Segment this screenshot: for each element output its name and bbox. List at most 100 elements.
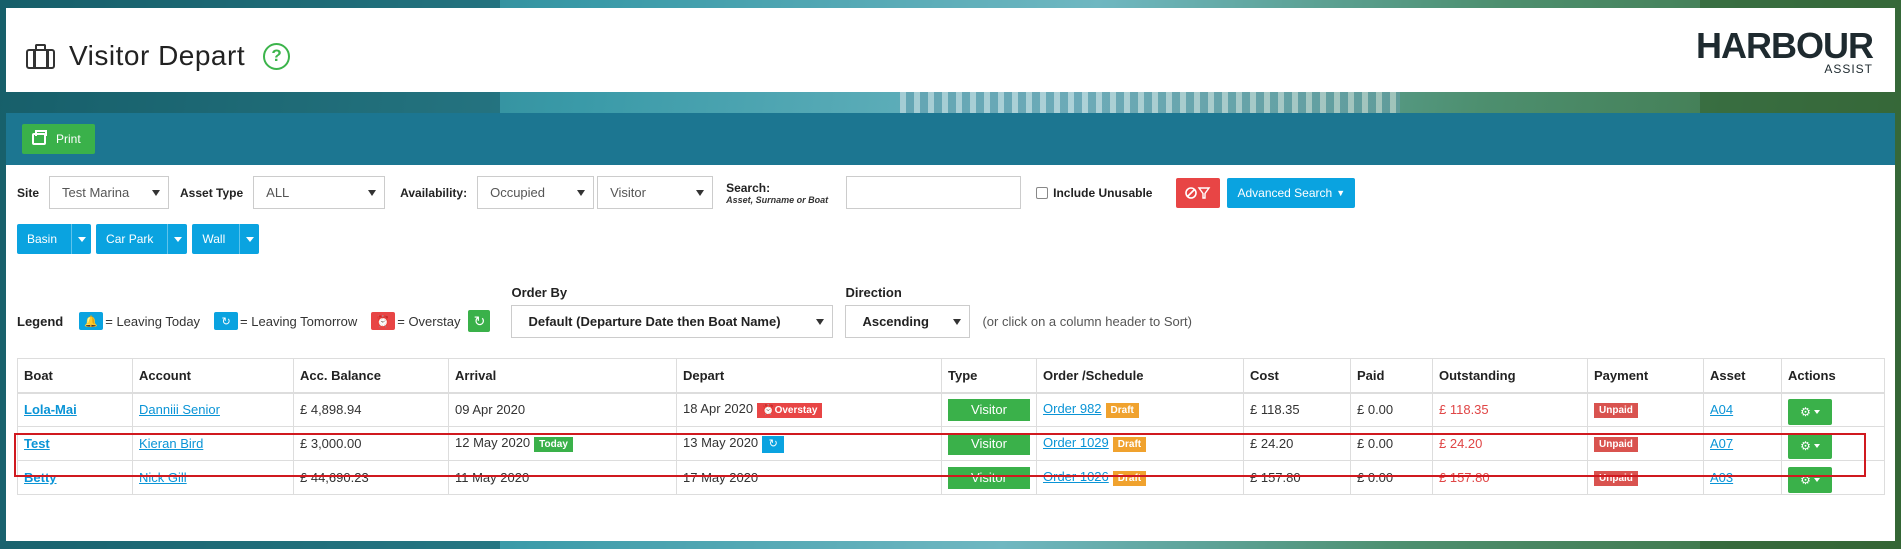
draft-badge: Draft: [1105, 403, 1139, 419]
asset-link[interactable]: A03: [1710, 470, 1733, 485]
arrival-cell: 11 May 2020: [448, 460, 677, 495]
acc-balance-cell: £ 4,898.94: [293, 392, 449, 427]
chip-label: Basin: [27, 232, 58, 246]
actions-button[interactable]: ⚙: [1788, 466, 1832, 493]
clear-filter-button[interactable]: [1176, 177, 1221, 208]
actions-button[interactable]: ⚙: [1788, 398, 1832, 425]
chevron-down-icon: [1813, 443, 1820, 448]
chevron-down-icon: [953, 319, 962, 325]
asset-link[interactable]: A07: [1710, 436, 1733, 451]
harbour-assist-logo: HARBOUR ASSIST: [1696, 28, 1874, 77]
chip-car-park[interactable]: Car Park: [96, 224, 188, 254]
gear-icon: ⚙: [1800, 404, 1811, 419]
advanced-search-button[interactable]: Advanced Search ▼: [1227, 177, 1356, 208]
column-header-type[interactable]: Type: [941, 358, 1037, 394]
column-header-outstanding[interactable]: Outstanding: [1432, 358, 1588, 394]
depart-date: 13 May 2020: [683, 434, 759, 450]
help-icon[interactable]: ?: [263, 42, 291, 70]
direction-group: Direction Ascending: [845, 285, 971, 338]
page-title: Visitor Depart: [69, 40, 246, 71]
order-by-label: Order By: [511, 285, 568, 300]
legend-title: Legend: [17, 313, 64, 329]
chip-label: Wall: [202, 232, 226, 246]
chevron-down-icon: [152, 190, 161, 196]
print-button[interactable]: Print: [22, 124, 95, 154]
cost-cell: £ 24.20: [1243, 426, 1351, 461]
arrival-cell: 12 May 2020 Today: [448, 426, 677, 461]
column-header-arrival[interactable]: Arrival: [448, 358, 677, 394]
acc-balance-cell: £ 3,000.00: [293, 426, 449, 461]
chip-dropdown-toggle[interactable]: [239, 224, 259, 254]
depart-cell: 13 May 2020 ↻: [676, 426, 942, 461]
type-badge: Visitor: [948, 466, 1030, 489]
column-header-payment[interactable]: Payment: [1587, 358, 1704, 394]
paid-cell: £ 0.00: [1350, 426, 1433, 461]
boat-link[interactable]: Betty: [24, 470, 57, 485]
printer-icon: [32, 130, 47, 145]
boat-link[interactable]: Lola-Mai: [24, 402, 77, 417]
order-by-select[interactable]: Default (Departure Date then Boat Name): [511, 305, 834, 338]
asset-type-select[interactable]: ALL: [253, 176, 386, 209]
overstay-badge-label: Overstay: [774, 405, 818, 417]
site-select[interactable]: Test Marina: [49, 176, 170, 209]
chip-basin[interactable]: Basin: [17, 224, 92, 254]
draft-badge: Draft: [1112, 437, 1147, 452]
table-row: Betty Nick Gill £ 44,690.23 11 May 2020 …: [17, 460, 1885, 495]
today-badge: Today: [534, 437, 573, 452]
include-unusable-checkbox[interactable]: Include Unusable: [1036, 186, 1152, 200]
column-header-asset[interactable]: Asset: [1703, 358, 1782, 394]
filter-bar: Site Test Marina Asset Type ALL Availabi…: [17, 176, 1356, 209]
chip-dropdown-toggle[interactable]: [167, 224, 187, 254]
chevron-down-icon: [1813, 477, 1820, 482]
chevron-down-icon: [696, 190, 705, 196]
column-header-boat[interactable]: Boat: [17, 358, 133, 394]
legend-order-row: Legend 🔔 = Leaving Today ↻ = Leaving Tom…: [17, 285, 1192, 338]
filter-clear-icon: [1185, 186, 1211, 199]
order-link[interactable]: Order 1026: [1043, 469, 1109, 484]
chevron-down-icon: [816, 319, 825, 325]
column-header-acc-balance[interactable]: Acc. Balance: [293, 358, 449, 394]
column-header-paid[interactable]: Paid: [1350, 358, 1433, 394]
column-header-order-schedule[interactable]: Order /Schedule: [1036, 358, 1244, 394]
unpaid-badge: Unpaid: [1594, 437, 1638, 452]
paid-cell: £ 0.00: [1350, 392, 1433, 427]
print-button-label: Print: [56, 132, 81, 146]
account-link[interactable]: Danniii Senior: [139, 402, 220, 417]
search-input[interactable]: [846, 176, 1022, 209]
checkbox-box[interactable]: [1036, 186, 1049, 199]
account-link[interactable]: Kieran Bird: [139, 436, 203, 451]
unpaid-badge: Unpaid: [1594, 471, 1638, 486]
bell-icon: 🔔: [79, 312, 104, 330]
briefcase-icon: [26, 43, 55, 69]
redo-icon: ↻: [762, 435, 785, 453]
acc-balance-cell: £ 44,690.23: [293, 460, 449, 495]
column-header-depart[interactable]: Depart: [676, 358, 942, 394]
asset-link[interactable]: A04: [1710, 402, 1733, 417]
site-label: Site: [17, 185, 40, 200]
refresh-icon[interactable]: ↻: [468, 310, 491, 332]
direction-select[interactable]: Ascending: [845, 305, 971, 338]
asset-group-chips: Basin Car Park Wall: [17, 224, 264, 254]
order-link[interactable]: Order 1029: [1043, 435, 1109, 450]
availability-select[interactable]: Occupied: [477, 176, 595, 209]
order-link[interactable]: Order 982: [1043, 401, 1102, 416]
arrival-date: 11 May 2020: [455, 470, 530, 485]
column-header-cost[interactable]: Cost: [1243, 358, 1351, 394]
account-link[interactable]: Nick Gill: [139, 470, 187, 485]
boat-link[interactable]: Test: [24, 436, 50, 451]
sort-hint: (or click on a column header to Sort): [982, 313, 1192, 329]
paid-cell: £ 0.00: [1350, 460, 1433, 495]
chip-dropdown-toggle[interactable]: [71, 224, 91, 254]
cost-cell: £ 118.35: [1243, 392, 1351, 427]
chip-wall[interactable]: Wall: [192, 224, 260, 254]
depart-cell: 17 May 2020: [676, 460, 942, 495]
actions-button[interactable]: ⚙: [1788, 432, 1832, 459]
column-header-actions: Actions: [1781, 358, 1885, 394]
chevron-down-icon: [577, 190, 586, 196]
legend-leaving-tomorrow-label: = Leaving Tomorrow: [240, 313, 358, 329]
column-header-account[interactable]: Account: [132, 358, 294, 394]
gear-icon: ⚙: [1800, 438, 1811, 453]
availability-select-2[interactable]: Visitor: [597, 176, 714, 209]
depart-date: 17 May 2020: [683, 470, 759, 485]
search-label-hint: Asset, Surname or Boat: [726, 194, 829, 205]
